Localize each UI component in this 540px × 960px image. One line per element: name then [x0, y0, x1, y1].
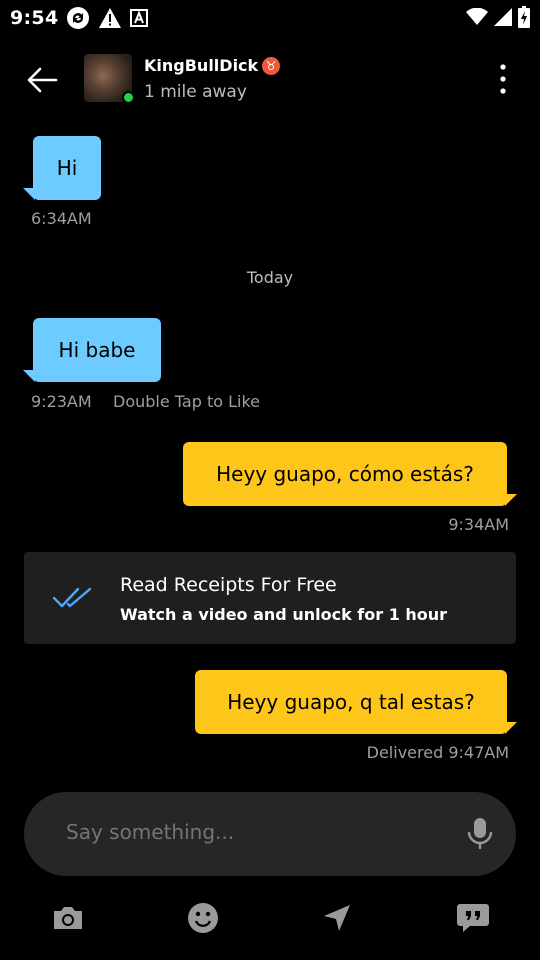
taurus-icon: ♉	[262, 56, 281, 75]
promo-subtitle: Watch a video and unlock for 1 hour	[120, 605, 448, 624]
more-vert-icon	[500, 64, 506, 94]
profile-name-text: KingBullDick	[144, 56, 259, 75]
message-bubble-outgoing[interactable]: Heyy guapo, q tal estas?	[195, 670, 507, 734]
message-time: 9:23AM	[31, 392, 92, 411]
message-text: Heyy guapo, q tal estas?	[227, 690, 475, 714]
back-button[interactable]	[24, 62, 60, 98]
message-time: 9:34AM	[448, 515, 509, 534]
message-bubble-outgoing[interactable]: Heyy guapo, cómo estás?	[183, 442, 507, 506]
read-receipts-promo[interactable]: Read Receipts For Free Watch a video and…	[24, 552, 516, 644]
message-bubble-incoming[interactable]: Hi	[33, 136, 101, 200]
message-text: Hi	[56, 156, 78, 180]
saved-phrases-button[interactable]	[455, 900, 491, 936]
chat-toolbar	[0, 896, 540, 942]
status-time: 9:54	[10, 7, 59, 29]
location-icon	[324, 905, 350, 931]
double-check-icon	[52, 586, 94, 614]
message-input[interactable]	[66, 820, 446, 844]
message-text: Hi babe	[58, 338, 136, 362]
font-a-icon	[130, 9, 148, 31]
wifi-icon	[466, 7, 488, 30]
bubble-tail	[505, 494, 517, 506]
emoji-icon	[188, 903, 218, 933]
day-divider: Today	[246, 268, 294, 287]
message-text: Heyy guapo, cómo estás?	[216, 462, 474, 486]
battery-icon	[518, 6, 530, 32]
voice-message-button[interactable]	[466, 816, 494, 852]
camera-button[interactable]	[50, 900, 86, 936]
warning-icon	[98, 7, 122, 33]
message-status: Delivered 9:47AM	[366, 743, 509, 762]
chat-header: KingBullDick ♉ 1 mile away	[0, 44, 540, 116]
profile-name[interactable]: KingBullDick ♉	[144, 56, 281, 75]
bubble-tail	[505, 722, 517, 734]
double-tap-hint: Double Tap to Like	[113, 392, 260, 411]
sync-icon	[66, 6, 90, 34]
signal-icon	[494, 8, 512, 30]
message-time: 6:34AM	[31, 209, 92, 228]
overflow-menu-button[interactable]	[488, 62, 518, 96]
bubble-tail	[23, 188, 35, 200]
microphone-icon	[467, 818, 493, 849]
bubble-tail	[23, 370, 35, 382]
emoji-button[interactable]	[185, 900, 221, 936]
profile-distance: 1 mile away	[144, 82, 247, 102]
camera-icon	[54, 907, 82, 929]
online-indicator	[122, 91, 135, 104]
promo-title: Read Receipts For Free	[120, 574, 337, 596]
status-bar: 9:54	[0, 0, 540, 36]
message-composer	[24, 792, 516, 876]
share-location-button[interactable]	[319, 900, 355, 936]
back-arrow-icon	[27, 67, 58, 93]
message-bubble-incoming[interactable]: Hi babe	[33, 318, 161, 382]
phrases-icon	[457, 904, 489, 932]
